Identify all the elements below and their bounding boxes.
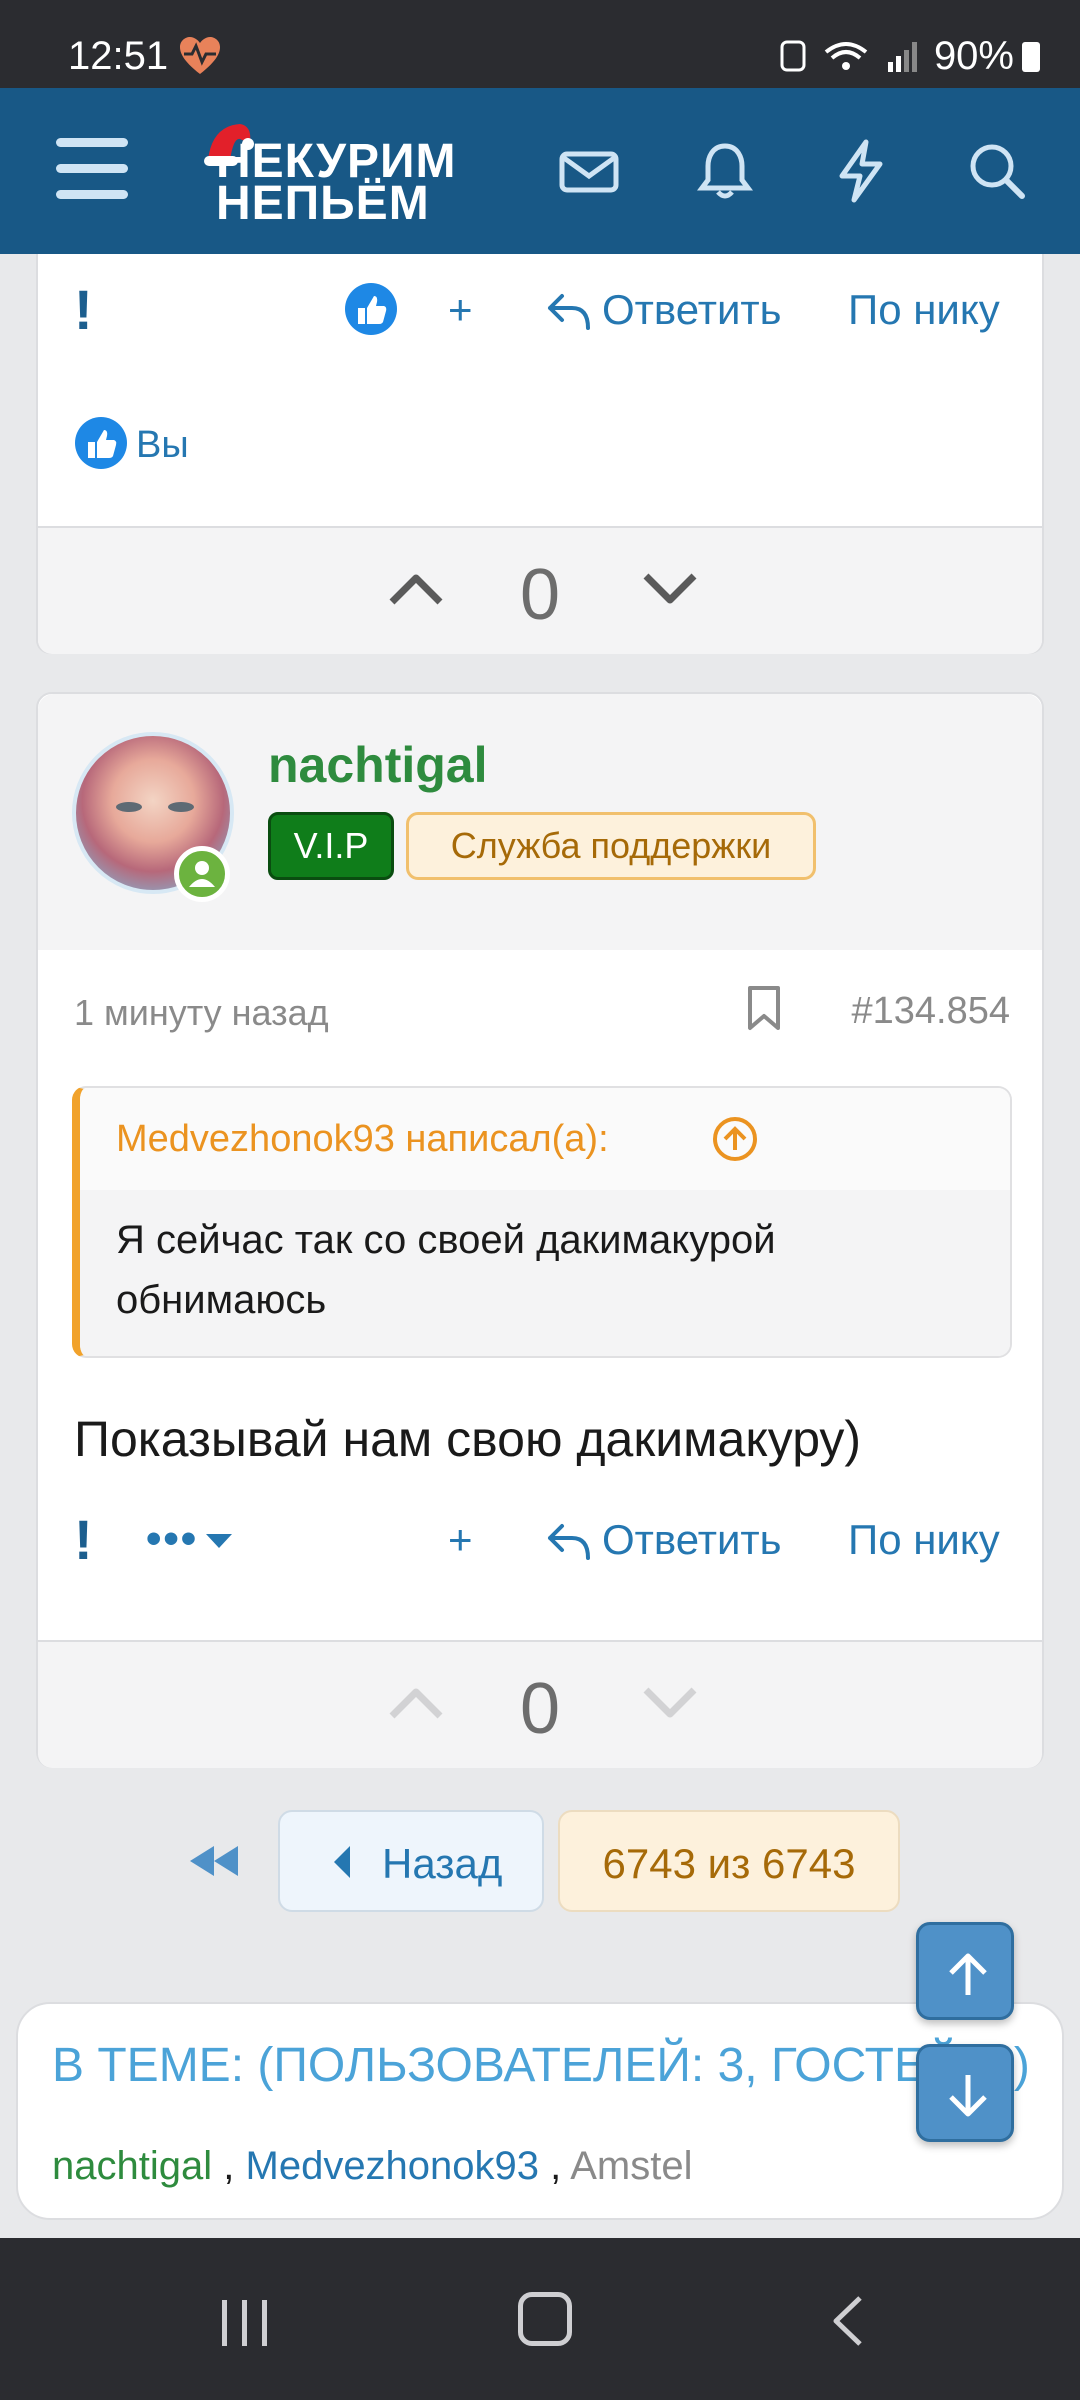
more-options-button[interactable]: ••• [146,1514,198,1564]
users-in-thread-title: В ТЕМЕ: (ПОЛЬЗОВАТЕЛЕЙ: 3, ГОСТЕЙ: 0) [52,2039,1030,2092]
post-time[interactable]: 1 минуту назад [74,992,329,1034]
like-icon [75,417,127,469]
user-link[interactable]: nachtigal [52,2144,212,2188]
quote-author[interactable]: Medvezhonok93 написал(а): [116,1118,609,1161]
user-separator: , [550,2144,562,2188]
first-page-button[interactable] [186,1810,246,1912]
post-card: nachtigal V.I.P Служба поддержки 1 минут… [36,692,1044,1768]
post-text: Показывай нам свою дакимакуру) [74,1411,862,1467]
app-header: НЕКУРИМ НЕПЬЁМ [0,88,1080,254]
caret-left-icon [334,1846,350,1878]
vip-badge: V.I.P [268,812,394,880]
mail-icon[interactable] [556,138,622,204]
health-heart-icon [180,37,220,74]
users-in-thread: В ТЕМЕ: (ПОЛЬЗОВАТЕЛЕЙ: 3, ГОСТЕЙ: 0) na… [16,2002,1064,2220]
menu-icon[interactable] [56,138,128,199]
reply-button[interactable]: Ответить [602,288,782,332]
downvote-icon[interactable] [640,568,700,608]
post-user-header: nachtigal V.I.P Служба поддержки [38,694,1042,950]
report-button[interactable]: ! [74,1510,93,1570]
scroll-bottom-button[interactable] [916,2044,1014,2142]
double-left-icon [190,1846,238,1876]
go-to-quote-icon[interactable] [712,1116,758,1162]
post-actions: ! + Ответить По нику [38,280,1042,340]
home-icon[interactable] [518,2292,572,2346]
quote-body: Я сейчас так со своей дакимакурой обнима… [80,1190,1010,1356]
user-link[interactable]: Amstel [570,2144,692,2188]
vote-bar: 0 [38,1640,1042,1768]
username[interactable]: nachtigal [268,736,487,794]
vote-score: 0 [519,1669,561,1749]
quote-header: Medvezhonok93 написал(а): [80,1088,1010,1190]
status-time: 12:51 [68,34,169,78]
like-icon[interactable] [344,282,398,336]
back-icon[interactable] [828,2294,868,2348]
page-selector[interactable]: 6743 из 6743 [558,1810,900,1912]
post-actions: ! ••• + Ответить По нику [38,1510,1042,1570]
battery-icon [1022,42,1040,72]
reply-by-nick-button[interactable]: По нику [848,1518,1000,1562]
bell-icon[interactable] [692,138,758,204]
user-separator: , [223,2144,235,2188]
page-indicator: 6743 из 6743 [602,1840,856,1887]
status-bar: 12:51 90% [0,0,1080,88]
bookmark-icon[interactable] [744,984,784,1032]
downvote-icon[interactable] [640,1682,700,1722]
vote-score: 0 [519,555,561,635]
scroll-top-button[interactable] [916,1922,1014,2020]
reply-arrow-icon [548,294,590,330]
user-link[interactable]: Medvezhonok93 [246,2144,540,2188]
post-card-previous: ! + Ответить По нику Вы 0 [36,254,1044,654]
add-reaction-button[interactable]: + [448,1518,473,1562]
quote-text: Я сейчас так со своей дакимакурой обнима… [116,1218,776,1322]
arrow-down-icon [949,2075,987,2117]
add-reaction-button[interactable]: + [448,288,473,332]
logo-line-2: НЕПЬЁМ [216,177,430,230]
quote-block: Medvezhonok93 написал(а): Я сейчас так с… [72,1086,1012,1358]
wifi-signal-icon [780,40,917,72]
vote-bar: 0 [38,526,1042,654]
reply-button[interactable]: Ответить [602,1518,782,1562]
online-status-icon [174,846,230,902]
site-logo[interactable]: НЕКУРИМ НЕПЬЁМ [204,124,506,230]
reacted-by-text: Вы [136,424,189,466]
search-icon[interactable] [964,138,1030,204]
reactions-summary[interactable]: Вы [74,416,189,472]
recent-apps-icon[interactable] [218,2298,272,2348]
chevron-down-icon[interactable] [204,1532,234,1550]
battery-percent: 90% [933,34,1014,78]
prev-page-label: Назад [382,1840,503,1887]
prev-page-button[interactable]: Назад [278,1810,544,1912]
arrow-up-icon [949,1953,987,1995]
users-list: nachtigal , Medvezhonok93 , Amstel [52,2144,692,2189]
report-button[interactable]: ! [74,280,93,340]
reply-arrow-icon [548,1524,590,1560]
lightning-icon[interactable] [828,138,894,204]
system-nav-bar [0,2238,1080,2400]
post-number[interactable]: #134.854 [852,990,1011,1033]
support-badge: Служба поддержки [406,812,816,880]
reply-by-nick-button[interactable]: По нику [848,288,1000,332]
santa-hat-icon [204,124,254,166]
